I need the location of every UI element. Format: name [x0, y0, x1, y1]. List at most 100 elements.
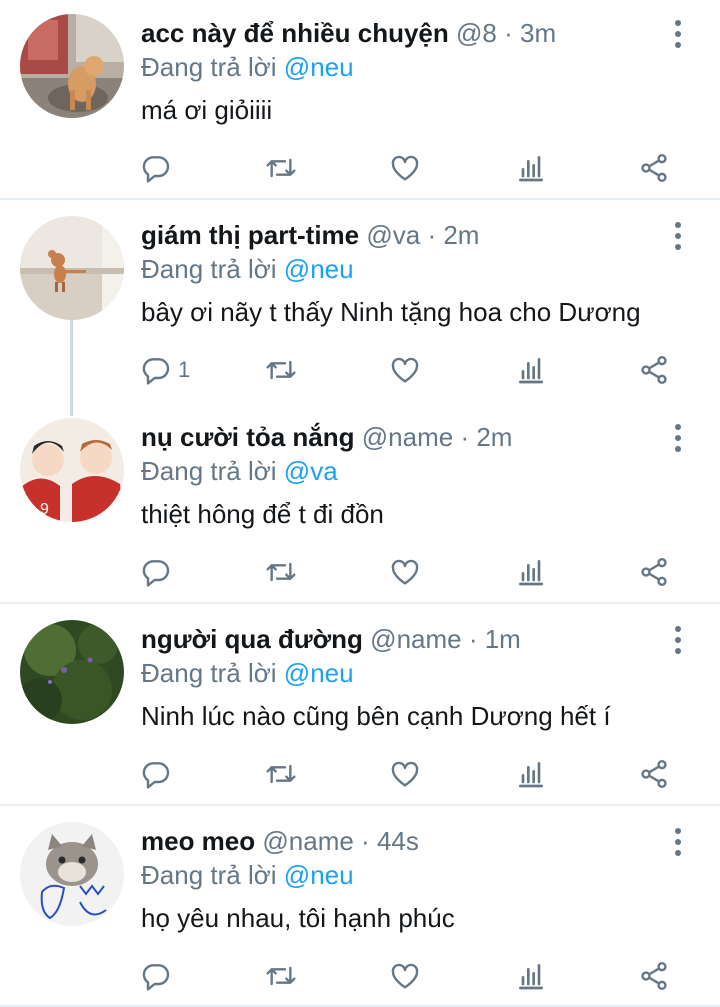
like-button[interactable] [389, 350, 421, 390]
retweet-button[interactable] [265, 552, 297, 592]
reply-icon [142, 560, 170, 587]
handle[interactable]: @8 [456, 18, 497, 48]
handle[interactable]: @name [370, 624, 461, 654]
reply-button[interactable] [140, 552, 178, 592]
replying-to-mention[interactable]: @neu [284, 52, 354, 82]
svg-text:9: 9 [40, 501, 49, 518]
display-name[interactable]: người qua đường [141, 624, 363, 654]
tweet-card[interactable]: acc này để nhiều chuyện @8 · 3m Đang trả… [0, 0, 720, 196]
tweet-header: meo meo @name · 44s [141, 824, 660, 858]
analytics-icon [519, 358, 543, 384]
more-options-icon[interactable] [672, 828, 684, 856]
tweet-header: người qua đường @name · 1m [141, 622, 660, 656]
avatar[interactable] [20, 14, 124, 118]
separator-dot: · [496, 18, 520, 48]
share-icon [641, 558, 667, 586]
timestamp[interactable]: 1m [485, 624, 521, 654]
reply-feed: acc này để nhiều chuyện @8 · 3m Đang trả… [0, 0, 720, 1007]
reply-button[interactable] [140, 148, 178, 188]
replying-to-mention[interactable]: @neu [284, 254, 354, 284]
handle[interactable]: @va [366, 220, 420, 250]
cartoon-mouse-avatar [20, 216, 124, 320]
share-icon [641, 962, 667, 990]
share-icon [641, 154, 667, 182]
replying-to-line: Đang trả lời @neu [141, 252, 354, 286]
tweet-text: họ yêu nhau, tôi hạnh phúc [141, 903, 455, 933]
analytics-button[interactable] [515, 956, 547, 996]
reply-button[interactable] [140, 754, 178, 794]
timestamp[interactable]: 2m [443, 220, 479, 250]
retweet-button[interactable] [265, 148, 297, 188]
analytics-button[interactable] [515, 148, 547, 188]
reply-icon [142, 358, 170, 385]
replying-to-mention[interactable]: @neu [284, 860, 354, 890]
more-options-icon[interactable] [672, 222, 684, 250]
heart-icon [391, 963, 419, 989]
reply-button[interactable]: 1 [140, 350, 190, 390]
heart-icon [391, 559, 419, 585]
share-button[interactable] [638, 754, 670, 794]
retweet-icon [266, 360, 296, 380]
tweet-card[interactable]: meo meo @name · 44s Đang trả lời @neu họ… [0, 808, 720, 1007]
tweet-text: thiệt hông để t đi đồn [141, 499, 384, 529]
display-name[interactable]: nụ cười tỏa nắng [141, 422, 355, 452]
tweet-header: acc này để nhiều chuyện @8 · 3m [141, 16, 660, 50]
display-name[interactable]: giám thị part-time [141, 220, 359, 250]
avatar[interactable] [20, 620, 124, 724]
kitten-doodle-avatar [20, 822, 124, 926]
analytics-icon [519, 964, 543, 990]
more-options-icon[interactable] [672, 20, 684, 48]
replying-to-line: Đang trả lời @va [141, 454, 338, 488]
reply-icon [142, 964, 170, 991]
action-bar [0, 552, 720, 592]
like-button[interactable] [389, 148, 421, 188]
avatar[interactable] [20, 822, 124, 926]
heart-icon [391, 155, 419, 181]
like-button[interactable] [389, 552, 421, 592]
retweet-button[interactable] [265, 754, 297, 794]
replying-to-label: Đang trả lời [141, 658, 277, 688]
timestamp[interactable]: 3m [520, 18, 556, 48]
like-button[interactable] [389, 754, 421, 794]
analytics-button[interactable] [515, 350, 547, 390]
share-button[interactable] [638, 552, 670, 592]
retweet-icon [266, 966, 296, 986]
share-icon [641, 356, 667, 384]
replying-to-label: Đang trả lời [141, 52, 277, 82]
timestamp[interactable]: 44s [377, 826, 419, 856]
avatar[interactable]: 9 [20, 418, 124, 522]
tweet-card[interactable]: người qua đường @name · 1m Đang trả lời … [0, 606, 720, 802]
display-name[interactable]: acc này để nhiều chuyện [141, 18, 449, 48]
share-button[interactable] [638, 350, 670, 390]
display-name[interactable]: meo meo [141, 826, 255, 856]
action-bar [0, 148, 720, 188]
separator-dot: · [461, 624, 485, 654]
reply-button[interactable] [140, 956, 178, 996]
separator-dot: · [453, 422, 477, 452]
replying-to-line: Đang trả lời @neu [141, 50, 354, 84]
more-options-icon[interactable] [672, 626, 684, 654]
avatar[interactable] [20, 216, 124, 320]
tweet-card[interactable]: giám thị part-time @va · 2m Đang trả lời… [0, 202, 720, 400]
replying-to-mention[interactable]: @neu [284, 658, 354, 688]
analytics-button[interactable] [515, 754, 547, 794]
replying-to-mention[interactable]: @va [284, 456, 338, 486]
retweet-button[interactable] [265, 350, 297, 390]
tweet-text: bây ơi nãy t thấy Ninh tặng hoa cho Dươn… [141, 297, 641, 327]
more-options-icon[interactable] [672, 424, 684, 452]
separator-dot: · [420, 220, 444, 250]
handle[interactable]: @name [262, 826, 353, 856]
share-icon [641, 760, 667, 788]
tweet-card[interactable]: 9 nụ cười tỏa nắng @name · 2m Đang trả l… [0, 404, 720, 600]
retweet-button[interactable] [265, 956, 297, 996]
tweet-text: Ninh lúc nào cũng bên cạnh Dương hết í [141, 701, 611, 731]
handle[interactable]: @name [362, 422, 453, 452]
analytics-button[interactable] [515, 552, 547, 592]
separator-dot: · [353, 826, 377, 856]
tweet-header: giám thị part-time @va · 2m [141, 218, 660, 252]
like-button[interactable] [389, 956, 421, 996]
divider [0, 602, 720, 604]
share-button[interactable] [638, 148, 670, 188]
timestamp[interactable]: 2m [476, 422, 512, 452]
share-button[interactable] [638, 956, 670, 996]
